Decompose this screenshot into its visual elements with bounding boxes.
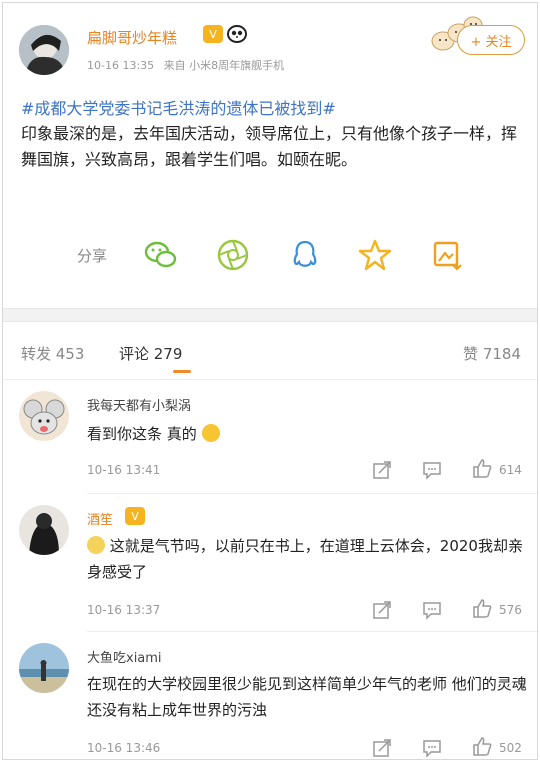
like-thumb-icon[interactable] bbox=[471, 457, 493, 479]
comment-author-name[interactable]: 我每天都有小梨涡 bbox=[87, 395, 191, 414]
comment-time: 10-16 13:41 bbox=[87, 463, 161, 477]
tab-repost[interactable]: 转发 453 bbox=[21, 343, 84, 364]
post-source: 来自 小米8周年旗舰手机 bbox=[163, 59, 285, 72]
like-count: 614 bbox=[499, 463, 522, 477]
reply-icon[interactable] bbox=[421, 737, 443, 759]
like-thumb-icon[interactable] bbox=[471, 735, 493, 757]
post-card: 扁脚哥炒年糕 V 10-16 13:35 来自 小米8周年旗舰手机 + 关注 #… bbox=[3, 3, 537, 308]
active-tab-indicator bbox=[173, 370, 191, 373]
post-hashtag[interactable]: #成都大学党委书记毛洪涛的遗体已被找到# bbox=[21, 95, 336, 119]
tab-separator bbox=[3, 379, 537, 380]
post-meta: 10-16 13:35 来自 小米8周年旗舰手机 bbox=[87, 57, 284, 73]
comment-divider bbox=[87, 631, 537, 632]
like-count: 576 bbox=[499, 603, 522, 617]
comment-avatar[interactable] bbox=[19, 643, 69, 693]
weibo-post-screen: 扁脚哥炒年糕 V 10-16 13:35 来自 小米8周年旗舰手机 + 关注 #… bbox=[2, 2, 538, 760]
comment-text: 看到你这条 真的 bbox=[87, 421, 527, 447]
sad-emoji-icon bbox=[87, 536, 105, 554]
tab-comments[interactable]: 评论 279 bbox=[119, 343, 182, 364]
repost-icon[interactable] bbox=[371, 459, 393, 481]
crown-badge-icon: V bbox=[203, 25, 223, 43]
follow-button[interactable]: + 关注 bbox=[457, 25, 525, 55]
panda-icon bbox=[227, 25, 247, 43]
image-save-icon[interactable] bbox=[429, 237, 465, 273]
crown-badge-icon: V bbox=[125, 507, 145, 525]
comment-author-name[interactable]: 大鱼吃xiami bbox=[87, 647, 162, 666]
moments-icon[interactable] bbox=[215, 237, 251, 273]
qq-icon[interactable] bbox=[287, 237, 323, 273]
comment-text: 这就是气节吗，以前只在书上，在道理上云体会，2020我却亲身感受了 bbox=[87, 533, 527, 585]
reply-icon[interactable] bbox=[421, 599, 443, 621]
share-label: 分享 bbox=[77, 247, 108, 265]
comment-author-name[interactable]: 酒笙 bbox=[87, 509, 113, 528]
post-author-name[interactable]: 扁脚哥炒年糕 bbox=[87, 27, 177, 48]
comment-time: 10-16 13:37 bbox=[87, 603, 161, 617]
avatar[interactable] bbox=[19, 25, 69, 75]
wechat-icon[interactable] bbox=[143, 237, 179, 273]
share-row: 分享 bbox=[3, 235, 537, 275]
comment-divider bbox=[87, 493, 537, 494]
comment-text-content: 这就是气节吗，以前只在书上，在道理上云体会，2020我却亲身感受了 bbox=[87, 537, 523, 581]
author-badges: V bbox=[203, 25, 247, 43]
like-thumb-icon[interactable] bbox=[471, 597, 493, 619]
favorite-star-icon[interactable] bbox=[357, 237, 393, 273]
comment-text: 在现在的大学校园里很少能见到这样简单少年气的老师 他们的灵魂还没有粘上成年世界的… bbox=[87, 675, 527, 719]
crying-emoji-icon bbox=[201, 424, 220, 442]
interaction-tabs: 转发 453 评论 279 赞 7184 bbox=[3, 333, 537, 373]
comment-time: 10-16 13:46 bbox=[87, 741, 161, 755]
section-divider bbox=[3, 308, 537, 322]
reply-icon[interactable] bbox=[421, 459, 443, 481]
comment-avatar[interactable] bbox=[19, 391, 69, 441]
comment-avatar[interactable] bbox=[19, 505, 69, 555]
post-time: 10-16 13:35 bbox=[87, 59, 155, 72]
comment-text-content: 看到你这条 真的 bbox=[87, 425, 197, 443]
repost-icon[interactable] bbox=[371, 737, 393, 759]
like-count: 502 bbox=[499, 741, 522, 755]
repost-icon[interactable] bbox=[371, 599, 393, 621]
post-body-text: 印象最深的是，去年国庆活动，领导席位上，只有他像个孩子一样，挥舞国旗，兴致高昂，… bbox=[21, 124, 518, 169]
tab-likes[interactable]: 赞 7184 bbox=[463, 343, 521, 364]
